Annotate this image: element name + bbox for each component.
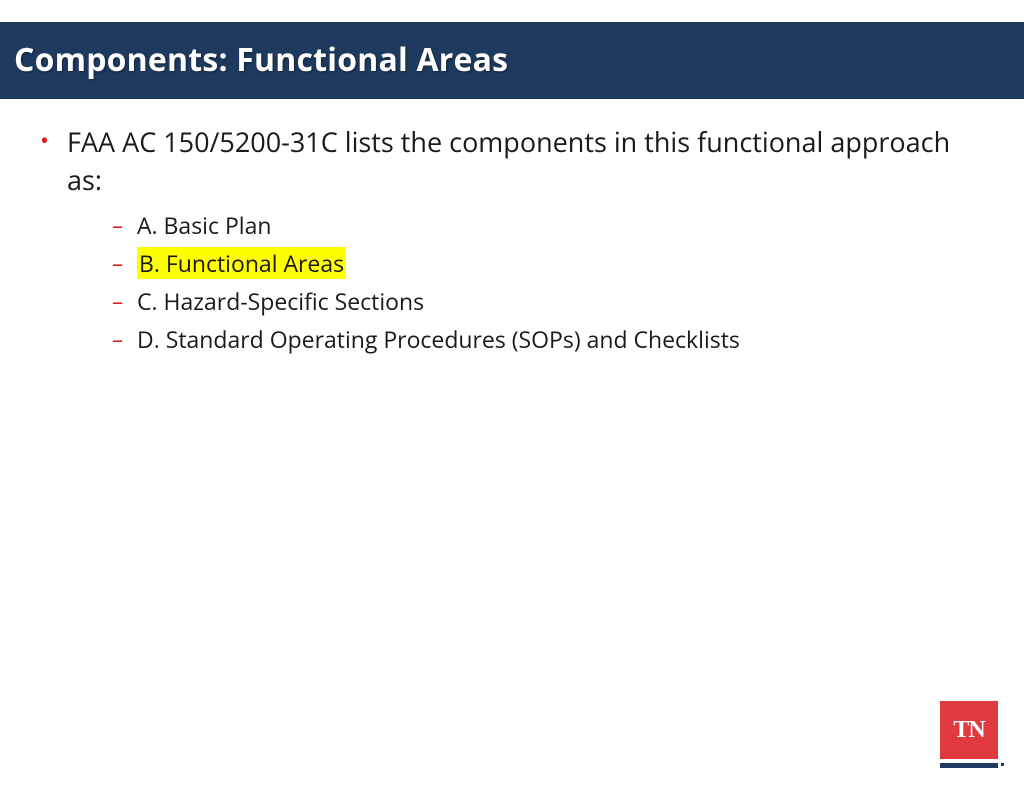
sub-item-text: D. Standard Operating Procedures (SOPs) … [137,323,740,355]
dash-icon: – [112,285,123,317]
dash-icon: – [112,323,123,355]
sub-list: – A. Basic Plan – B. Functional Areas – … [112,209,984,355]
dash-icon: – [112,247,123,279]
main-bullet-text: FAA AC 150/5200-31C lists the components… [67,123,984,199]
dash-icon: – [112,209,123,241]
main-bullet-row: • FAA AC 150/5200-31C lists the componen… [40,123,984,199]
tn-logo: TN [940,701,998,759]
bullet-dot-icon: • [40,123,49,159]
sub-item: – D. Standard Operating Procedures (SOPs… [112,323,984,355]
slide-header: Components: Functional Areas [0,22,1024,99]
sub-item-text: B. Functional Areas [137,247,346,279]
sub-item-text: C. Hazard-Specific Sections [137,285,424,317]
sub-item: – C. Hazard-Specific Sections [112,285,984,317]
slide-content: • FAA AC 150/5200-31C lists the componen… [0,99,1024,355]
sub-item: – A. Basic Plan [112,209,984,241]
tn-logo-dot-icon [1001,763,1004,766]
slide-title: Components: Functional Areas [14,38,1010,81]
highlighted-text: B. Functional Areas [137,247,346,279]
sub-item-text: A. Basic Plan [137,209,272,241]
tn-logo-underline [940,763,998,768]
tn-logo-container: TN [940,701,998,768]
sub-item: – B. Functional Areas [112,247,984,279]
tn-logo-text: TN [953,717,984,744]
